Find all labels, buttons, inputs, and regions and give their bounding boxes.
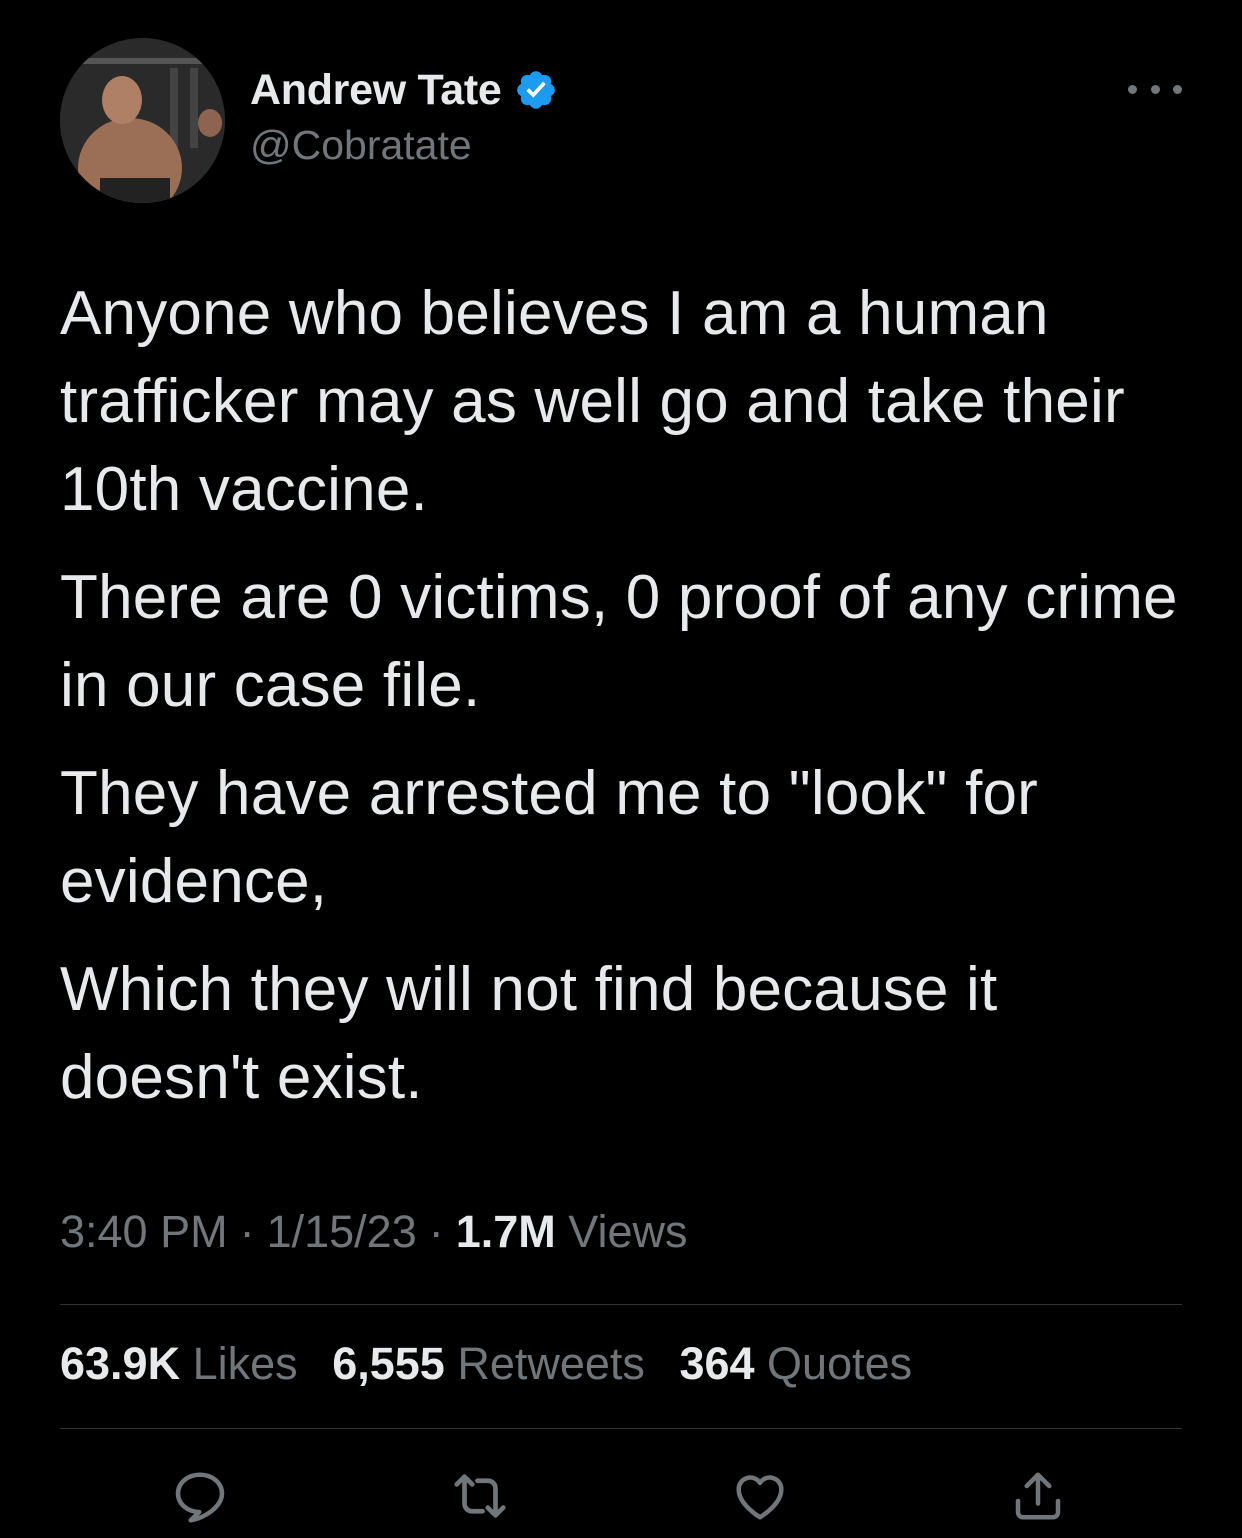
action-bar	[60, 1460, 1182, 1532]
author-block: Andrew Tate @Cobratate	[250, 64, 558, 169]
tweet-paragraph: They have arrested me to "look" for evid…	[60, 759, 1039, 916]
share-icon[interactable]	[1002, 1460, 1074, 1532]
engagement-stats: 63.9K Likes 6,555 Retweets 364 Quotes	[60, 1338, 934, 1390]
likes-label: Likes	[192, 1338, 298, 1389]
avatar[interactable]	[60, 38, 225, 203]
reply-icon[interactable]	[164, 1460, 236, 1532]
tweet-date[interactable]: 1/15/23	[267, 1206, 417, 1257]
handle[interactable]: @Cobratate	[250, 122, 558, 169]
likes-count: 63.9K	[60, 1338, 181, 1389]
retweet-icon[interactable]	[444, 1460, 516, 1532]
display-name[interactable]: Andrew Tate	[250, 66, 502, 115]
retweets-stat[interactable]: 6,555 Retweets	[332, 1338, 645, 1389]
retweets-count: 6,555	[332, 1338, 445, 1389]
tweet-header: Andrew Tate @Cobratate	[60, 38, 1182, 204]
more-dot	[1150, 84, 1160, 94]
display-name-row: Andrew Tate	[250, 64, 558, 116]
tweet-time[interactable]: 3:40 PM	[60, 1206, 228, 1257]
divider	[60, 1428, 1182, 1429]
retweets-label: Retweets	[457, 1338, 645, 1389]
meta-separator: ·	[239, 1206, 255, 1257]
tweet-paragraph: There are 0 victims, 0 proof of any crim…	[60, 563, 1178, 720]
verified-badge-icon[interactable]	[514, 68, 558, 112]
more-dot	[1173, 84, 1182, 94]
views-count: 1.7M	[455, 1206, 556, 1257]
quotes-label: Quotes	[767, 1338, 913, 1389]
tweet-meta: 3:40 PM · 1/15/23 · 1.7M Views	[60, 1206, 688, 1258]
tweet-text: Anyone who believes I am a human traffic…	[60, 270, 1182, 1142]
more-options-icon[interactable]	[1128, 74, 1182, 104]
quotes-stat[interactable]: 364 Quotes	[679, 1338, 912, 1389]
more-dot	[1128, 84, 1137, 94]
tweet-paragraph: Which they will not find because it does…	[60, 955, 998, 1112]
heart-icon[interactable]	[724, 1460, 796, 1532]
divider	[60, 1304, 1182, 1305]
quotes-count: 364	[679, 1338, 755, 1389]
meta-separator: ·	[428, 1206, 444, 1257]
tweet-paragraph: Anyone who believes I am a human traffic…	[60, 279, 1125, 524]
likes-stat[interactable]: 63.9K Likes	[60, 1338, 298, 1389]
views-label: Views	[568, 1206, 688, 1257]
